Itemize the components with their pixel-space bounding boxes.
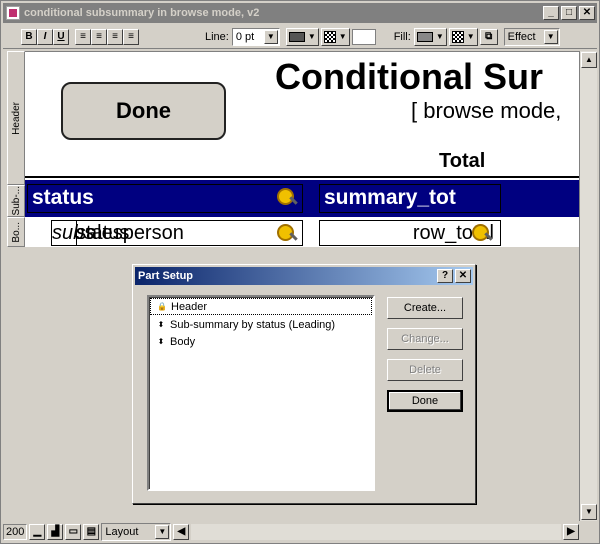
effect-select[interactable]: Effect ▼ bbox=[503, 27, 560, 46]
part-list-item-subsummary[interactable]: ⬍ Sub-summary by status (Leading) bbox=[149, 316, 373, 333]
part-label-header[interactable]: Header bbox=[7, 51, 25, 185]
line-label: Line: bbox=[205, 30, 229, 43]
header-divider bbox=[25, 176, 579, 178]
align-justify-icon[interactable]: ≡ bbox=[123, 28, 139, 45]
line-color-preview bbox=[351, 28, 376, 45]
part-label-subsummary[interactable]: Sub-... bbox=[7, 185, 25, 217]
line-color-swatch bbox=[288, 31, 305, 42]
chevron-down-icon: ▼ bbox=[543, 29, 558, 44]
part-list-item-body[interactable]: ⬍ Body bbox=[149, 333, 373, 350]
zoom-out-icon[interactable]: ▁ bbox=[29, 524, 46, 540]
scroll-down-icon[interactable]: ▼ bbox=[581, 504, 597, 520]
part-list-label: Sub-summary by status (Leading) bbox=[170, 318, 336, 331]
subsummary-band: status summary_tot bbox=[25, 180, 579, 217]
dialog-titlebar[interactable]: Part Setup ? ✕ bbox=[135, 267, 473, 285]
scroll-right-icon[interactable]: ▶ bbox=[563, 524, 579, 540]
line-width-value: 0 pt bbox=[235, 30, 255, 43]
chevron-down-icon: ▼ bbox=[466, 32, 475, 41]
filemaker-window: conditional subsummary in browse mode, v… bbox=[0, 0, 600, 544]
part-list-label: Body bbox=[170, 335, 196, 348]
window-title: conditional subsummary in browse mode, v… bbox=[24, 7, 260, 19]
done-layout-button[interactable]: Done bbox=[61, 82, 226, 140]
report-title: Conditional Sur bbox=[275, 56, 543, 97]
status-text: status bbox=[76, 222, 130, 244]
pattern-icon bbox=[451, 30, 464, 43]
delete-button[interactable]: Delete bbox=[387, 359, 463, 381]
body-band: subs salesperson status row_total bbox=[25, 218, 579, 247]
underline-button[interactable]: U bbox=[53, 28, 69, 45]
chevron-down-icon: ▼ bbox=[155, 525, 170, 539]
formatting-toolbar: B I U ≡ ≡ ≡ ≡ Line: 0 pt ▼ ▼ ▼ Fill: ▼ ▼… bbox=[3, 25, 597, 49]
fill-label: Fill: bbox=[393, 30, 411, 43]
zoom-in-icon[interactable]: ▟ bbox=[47, 524, 64, 540]
part-list-item-header[interactable]: 🔒 Header bbox=[150, 298, 372, 315]
align-left-icon[interactable]: ≡ bbox=[75, 28, 91, 45]
dialog-title: Part Setup bbox=[138, 270, 194, 282]
chevron-down-icon: ▼ bbox=[435, 32, 444, 41]
report-subtitle: [ browse mode, bbox=[411, 98, 562, 123]
bold-button[interactable]: B bbox=[21, 28, 37, 45]
chevron-down-icon: ▼ bbox=[307, 32, 316, 41]
scroll-up-icon[interactable]: ▲ bbox=[581, 52, 597, 68]
text-style-group: B I U bbox=[21, 28, 69, 45]
fill-pattern-picker[interactable]: ▼ bbox=[448, 27, 478, 46]
summary-total-field[interactable]: summary_tot bbox=[319, 184, 501, 213]
magnifier-icon bbox=[472, 224, 492, 244]
mode-select[interactable]: Layout ▼ bbox=[101, 523, 172, 541]
done-button[interactable]: Done bbox=[387, 390, 463, 412]
field-divider bbox=[76, 221, 77, 245]
status-field[interactable]: status bbox=[27, 184, 303, 213]
updown-arrows-icon: ⬍ bbox=[157, 320, 165, 329]
parts-list[interactable]: 🔒 Header ⬍ Sub-summary by status (Leadin… bbox=[147, 295, 375, 491]
part-setup-dialog: Part Setup ? ✕ 🔒 Header ⬍ Sub-summary by… bbox=[132, 264, 476, 504]
part-label-column: Header Sub-... Bo... bbox=[7, 51, 25, 247]
part-view-icon[interactable]: ▤ bbox=[83, 524, 100, 540]
salesperson-field[interactable]: subs salesperson status bbox=[51, 220, 303, 246]
minimize-button[interactable]: _ bbox=[543, 6, 559, 20]
line-width-select[interactable]: 0 pt ▼ bbox=[231, 27, 280, 46]
effect-value: Effect bbox=[507, 30, 536, 43]
window-titlebar[interactable]: conditional subsummary in browse mode, v… bbox=[3, 3, 597, 23]
vertical-scrollbar[interactable]: ▲ ▼ bbox=[579, 51, 597, 521]
line-pattern-picker[interactable]: ▼ bbox=[320, 27, 350, 46]
alignment-group: ≡ ≡ ≡ ≡ bbox=[75, 28, 139, 45]
zoom-level[interactable]: 200 bbox=[3, 524, 28, 540]
document-icon bbox=[6, 6, 20, 20]
part-label-subsummary-text: Sub-... bbox=[10, 186, 22, 216]
fill-color-picker[interactable]: ▼ bbox=[413, 27, 447, 46]
updown-arrows-icon: ⬍ bbox=[157, 337, 165, 346]
magnifier-icon bbox=[277, 188, 297, 208]
help-button[interactable]: ? bbox=[437, 269, 453, 283]
status-bar: 200 ▁ ▟ ▭ ▤ Layout ▼ ◀ ▶ bbox=[3, 522, 597, 542]
create-button[interactable]: Create... bbox=[387, 297, 463, 319]
line-color-picker[interactable]: ▼ bbox=[285, 27, 319, 46]
part-list-label: Header bbox=[171, 300, 208, 313]
part-label-header-text: Header bbox=[10, 101, 22, 135]
part-label-body-text: Bo... bbox=[10, 221, 22, 243]
magnifier-icon bbox=[277, 224, 297, 244]
total-column-label: Total bbox=[439, 150, 486, 172]
mode-value: Layout bbox=[105, 526, 139, 538]
part-label-body[interactable]: Bo... bbox=[7, 217, 25, 247]
close-button[interactable]: ✕ bbox=[579, 6, 595, 20]
scroll-left-icon[interactable]: ◀ bbox=[173, 524, 190, 540]
italic-button[interactable]: I bbox=[37, 28, 53, 45]
align-center-icon[interactable]: ≡ bbox=[91, 28, 107, 45]
chevron-down-icon: ▼ bbox=[263, 29, 278, 44]
chevron-down-icon: ▼ bbox=[338, 32, 347, 41]
change-button[interactable]: Change... bbox=[387, 328, 463, 350]
status-area-icon[interactable]: ▭ bbox=[65, 524, 82, 540]
lock-icon: 🔒 bbox=[157, 302, 167, 311]
fill-color-swatch bbox=[416, 31, 433, 42]
horizontal-scrollbar[interactable] bbox=[191, 524, 561, 540]
align-right-icon[interactable]: ≡ bbox=[107, 28, 123, 45]
dialog-close-button[interactable]: ✕ bbox=[455, 269, 471, 283]
pattern-icon bbox=[323, 30, 336, 43]
object-effect-icon[interactable]: ⧉ bbox=[479, 28, 498, 45]
maximize-button[interactable]: □ bbox=[561, 6, 577, 20]
layout-canvas[interactable]: Done Conditional Sur [ browse mode, Tota… bbox=[25, 51, 579, 247]
